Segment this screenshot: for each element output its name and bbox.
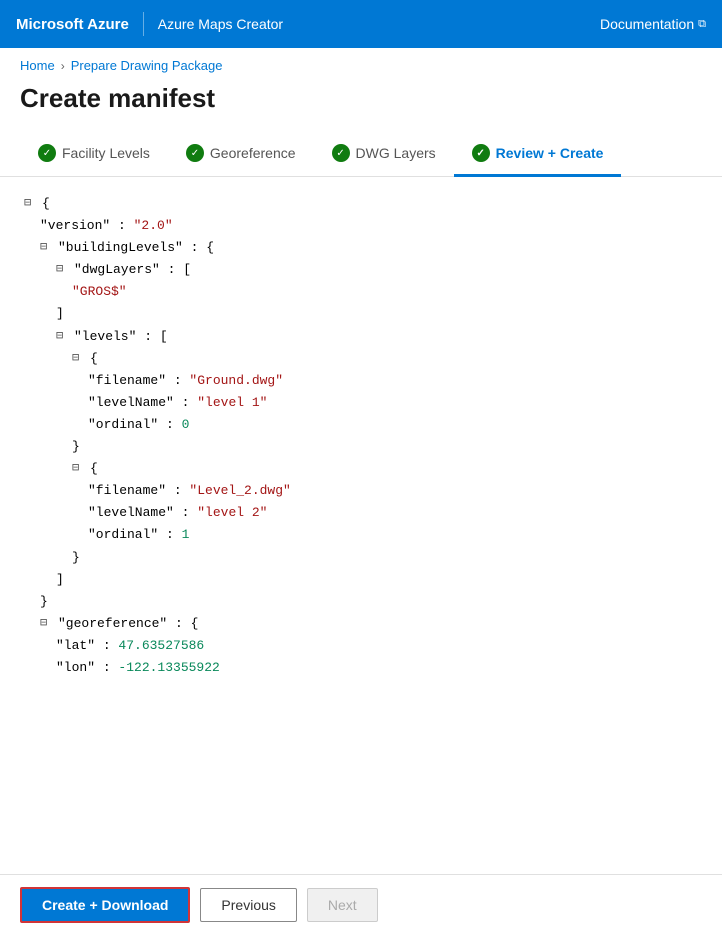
navbar-divider <box>143 12 144 36</box>
step-check-icon: ✓ <box>38 144 56 162</box>
step-facility-levels-label: Facility Levels <box>62 145 150 161</box>
steps-bar: ✓ Facility Levels ✓ Georeference ✓ DWG L… <box>0 132 722 177</box>
collapse-building-levels[interactable]: ⊟ <box>40 237 54 257</box>
next-button: Next <box>307 888 378 922</box>
filename2-key: "filename" <box>88 480 166 502</box>
lat-value: 47.63527586 <box>118 635 204 657</box>
step-dwg-layers-label: DWG Layers <box>356 145 436 161</box>
ordinal2-value: 1 <box>182 524 190 546</box>
breadcrumb-separator: › <box>61 59 65 73</box>
collapse-dwglayers[interactable]: ⊟ <box>56 259 70 279</box>
json-content: ⊟ { "version" : "2.0" ⊟ "buildingLevels"… <box>0 177 722 877</box>
step-facility-levels[interactable]: ✓ Facility Levels <box>20 132 168 177</box>
step-dwg-layers[interactable]: ✓ DWG Layers <box>314 132 454 177</box>
version-value: "2.0" <box>134 215 173 237</box>
previous-button[interactable]: Previous <box>200 888 296 922</box>
documentation-link[interactable]: Documentation ⧉ <box>600 16 706 32</box>
georeference-key: "georeference" <box>58 613 167 635</box>
lon-value: -122.13355922 <box>118 657 219 679</box>
external-link-icon: ⧉ <box>698 18 706 31</box>
levelname1-value: "level 1" <box>197 392 267 414</box>
brand-name: Microsoft Azure <box>16 16 129 33</box>
lon-key: "lon" <box>56 657 95 679</box>
buildinglevels-key: "buildingLevels" <box>58 237 183 259</box>
filename1-value: "Ground.dwg" <box>189 370 283 392</box>
lat-key: "lat" <box>56 635 95 657</box>
collapse-levels[interactable]: ⊟ <box>56 326 70 346</box>
collapse-level1[interactable]: ⊟ <box>72 348 86 368</box>
product-name: Azure Maps Creator <box>158 16 283 32</box>
step-check-icon: ✓ <box>332 144 350 162</box>
ordinal1-value: 0 <box>182 414 190 436</box>
levels-key: "levels" <box>74 326 136 348</box>
filename2-value: "Level_2.dwg" <box>189 480 290 502</box>
step-georeference-label: Georeference <box>210 145 296 161</box>
step-georeference[interactable]: ✓ Georeference <box>168 132 314 177</box>
step-check-icon: ✓ <box>472 144 490 162</box>
collapse-georeference[interactable]: ⊟ <box>40 613 54 633</box>
collapse-root[interactable]: ⊟ <box>24 193 38 213</box>
levelname2-value: "level 2" <box>197 502 267 524</box>
gros-value: "GROS$" <box>72 281 127 303</box>
levelname1-key: "levelName" <box>88 392 174 414</box>
collapse-level2[interactable]: ⊟ <box>72 458 86 478</box>
filename1-key: "filename" <box>88 370 166 392</box>
step-review-create[interactable]: ✓ Review + Create <box>454 132 622 177</box>
breadcrumb-home[interactable]: Home <box>20 58 55 73</box>
footer: Create + Download Previous Next <box>0 874 722 935</box>
step-review-create-label: Review + Create <box>496 145 604 161</box>
breadcrumb-current: Prepare Drawing Package <box>71 58 223 73</box>
page-title: Create manifest <box>0 79 722 132</box>
navbar: Microsoft Azure Azure Maps Creator Docum… <box>0 0 722 48</box>
ordinal2-key: "ordinal" <box>88 524 158 546</box>
step-check-icon: ✓ <box>186 144 204 162</box>
ordinal1-key: "ordinal" <box>88 414 158 436</box>
levelname2-key: "levelName" <box>88 502 174 524</box>
breadcrumb: Home › Prepare Drawing Package <box>0 48 722 79</box>
version-key: "version" <box>40 215 110 237</box>
dwglayers-key: "dwgLayers" <box>74 259 160 281</box>
create-download-button[interactable]: Create + Download <box>20 887 190 923</box>
